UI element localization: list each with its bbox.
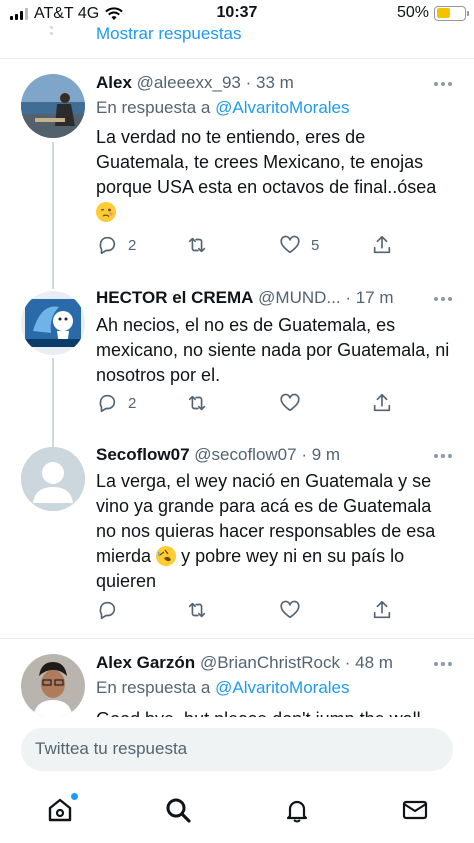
tweet-text: La verga, el wey nació en Guatemala y se… [96, 469, 456, 594]
avatar[interactable] [21, 291, 85, 355]
avatar[interactable] [21, 74, 85, 138]
tweet-hector[interactable]: HECTOR el CREMA @MUND... · 17 m Ah necio… [0, 283, 474, 441]
retweet-button[interactable] [186, 234, 218, 256]
tweet-header: Secoflow07 @secoflow07 · 9 m [96, 445, 426, 465]
tweet-actions [96, 599, 396, 621]
reply-button[interactable]: 2 [96, 234, 136, 256]
rofl-emoji-icon [156, 546, 177, 566]
new-content-dot [71, 793, 78, 800]
heart-icon [280, 393, 300, 412]
more-options-icon[interactable] [434, 662, 452, 666]
reply-prefix: En respuesta a [96, 98, 211, 117]
tweet-secoflow[interactable]: Secoflow07 @secoflow07 · 9 m La verga, e… [0, 441, 474, 638]
reply-compose-input[interactable]: Twittea tu respuesta [21, 728, 453, 771]
retweet-icon [188, 237, 206, 253]
heart-icon [280, 235, 300, 254]
author-handle[interactable]: @aleeexx_93 [137, 73, 241, 92]
retweet-icon [188, 602, 206, 618]
tweet-text: La verdad no te entiendo, eres de Guatem… [96, 125, 456, 225]
retweet-button[interactable] [186, 392, 218, 414]
notifications-icon[interactable] [283, 796, 311, 824]
avatar[interactable] [21, 447, 85, 511]
thread-dots [50, 26, 54, 38]
author-name[interactable]: Secoflow07 [96, 445, 190, 464]
more-options-icon[interactable] [434, 454, 452, 458]
tweet-actions: 2 [96, 392, 396, 414]
author-handle[interactable]: @BrianChristRock [200, 653, 340, 672]
author-name[interactable]: HECTOR el CREMA [96, 288, 253, 307]
reply-icon [99, 601, 116, 620]
tweet-header: HECTOR el CREMA @MUND... · 17 m [96, 288, 426, 308]
retweet-icon [188, 395, 206, 411]
tweet-header: Alex Garzón @BrianChristRock · 48 m [96, 653, 426, 673]
messages-icon[interactable] [401, 796, 429, 824]
tweet-header: Alex @aleeexx_93 · 33 m [96, 73, 426, 93]
like-count: 5 [311, 236, 320, 254]
reply-icon [99, 236, 116, 255]
tweet-text-content: La verdad no te entiendo, eres de Guatem… [96, 127, 437, 197]
battery-icon [434, 5, 469, 21]
battery-percent: 50% [396, 4, 429, 21]
reply-mention-link[interactable]: @AlvaritoMorales [215, 98, 349, 117]
author-handle[interactable]: @MUND... [258, 288, 340, 307]
author-handle[interactable]: @secoflow07 [194, 445, 296, 464]
share-button[interactable] [371, 599, 393, 621]
home-icon[interactable] [46, 793, 78, 824]
reply-button[interactable]: 2 [96, 392, 136, 414]
like-button[interactable]: 5 [279, 234, 319, 256]
reply-context: En respuesta a @AlvaritoMorales [96, 98, 350, 118]
woozy-face-emoji-icon [96, 202, 116, 222]
reply-button[interactable] [96, 599, 128, 621]
tweet-time: · 9 m [301, 445, 341, 464]
reply-icon [99, 394, 116, 413]
thread-line [52, 358, 54, 441]
search-icon[interactable] [164, 796, 192, 824]
battery-fill [436, 8, 450, 18]
tweet-time: · 33 m [245, 73, 294, 92]
heart-icon [280, 600, 300, 619]
tweet-time: · 17 m [345, 288, 394, 307]
share-icon [373, 600, 391, 619]
bottom-tab-bar [0, 786, 474, 843]
reply-context: En respuesta a @AlvaritoMorales [96, 678, 350, 698]
reply-count: 2 [128, 394, 137, 412]
tweet-alex[interactable]: Alex @aleeexx_93 · 33 m En respuesta a @… [0, 58, 474, 283]
tweet-actions: 2 5 [96, 234, 396, 256]
reply-prefix: En respuesta a [96, 678, 211, 697]
more-options-icon[interactable] [434, 297, 452, 301]
author-name[interactable]: Alex Garzón [96, 653, 195, 672]
thread-line [52, 142, 54, 283]
tweet-text: Good bye, but please don't jump the wall [96, 707, 456, 717]
share-button[interactable] [371, 392, 393, 414]
retweet-button[interactable] [186, 599, 218, 621]
like-button[interactable] [279, 392, 311, 414]
thread-line [52, 283, 54, 289]
tweet-text: Ah necios, el no es de Guatemala, es mex… [96, 315, 450, 385]
tweet-time: · 48 m [344, 653, 393, 672]
reply-count: 2 [128, 236, 137, 254]
avatar[interactable] [21, 654, 85, 717]
reply-mention-link[interactable]: @AlvaritoMorales [215, 678, 349, 697]
like-button[interactable] [279, 599, 311, 621]
share-button[interactable] [371, 234, 393, 256]
author-name[interactable]: Alex [96, 73, 132, 92]
more-options-icon[interactable] [434, 82, 452, 86]
share-icon [373, 235, 391, 254]
show-replies-link[interactable]: Mostrar respuestas [96, 24, 242, 44]
status-right: 50% [396, 4, 469, 22]
tweet-alex-garzon[interactable]: Alex Garzón @BrianChristRock · 48 m En r… [0, 639, 474, 717]
share-icon [373, 393, 391, 412]
